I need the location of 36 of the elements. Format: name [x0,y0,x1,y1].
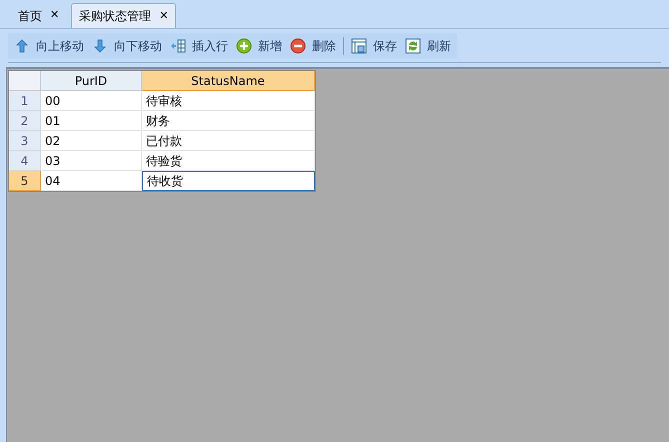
toolbar-button[interactable]: 刷新 [401,34,455,58]
toolbar-button[interactable]: 插入行 [166,34,232,58]
row-header[interactable]: 1 [9,91,41,111]
row-header[interactable]: 3 [9,131,41,151]
tab[interactable]: 采购状态管理 ✕ [71,3,176,28]
close-icon[interactable]: ✕ [50,7,60,24]
table-cell[interactable]: 待收货 [142,171,315,191]
table-cell[interactable]: 待验货 [142,151,315,171]
table-cell[interactable]: 04 [41,171,142,191]
save-icon [351,38,367,54]
insert-row-icon [170,38,186,54]
table-cell[interactable]: 02 [41,131,142,151]
down-arrow-icon [92,38,108,54]
toolbar-button[interactable]: 新增 [232,34,286,58]
toolbar-button[interactable]: 向下移动 [88,34,166,58]
table-cell[interactable]: 00 [41,91,142,111]
row-header[interactable]: 5 [9,171,41,191]
toolbar-button[interactable]: 删除 [286,34,340,58]
toolbar-button[interactable]: 保存 [347,34,401,58]
table-cell[interactable]: 03 [41,151,142,171]
plus-icon [236,38,252,54]
table-cell[interactable]: 财务 [142,111,315,131]
minus-icon [290,38,306,54]
close-icon[interactable]: ✕ [159,8,168,24]
toolbar-button[interactable]: 向上移动 [10,34,88,58]
up-arrow-icon [14,38,30,54]
table-cell[interactable]: 已付款 [142,131,315,151]
tab[interactable]: 首页 ✕ [8,3,70,28]
row-header[interactable]: 2 [9,111,41,131]
column-header[interactable]: StatusName [142,71,315,91]
table-cell[interactable]: 待审核 [142,91,315,111]
table-cell[interactable]: 01 [41,111,142,131]
row-header[interactable]: 4 [9,151,41,171]
column-header[interactable]: PurID [41,71,142,91]
corner-cell[interactable] [9,71,41,91]
refresh-icon [405,38,421,54]
